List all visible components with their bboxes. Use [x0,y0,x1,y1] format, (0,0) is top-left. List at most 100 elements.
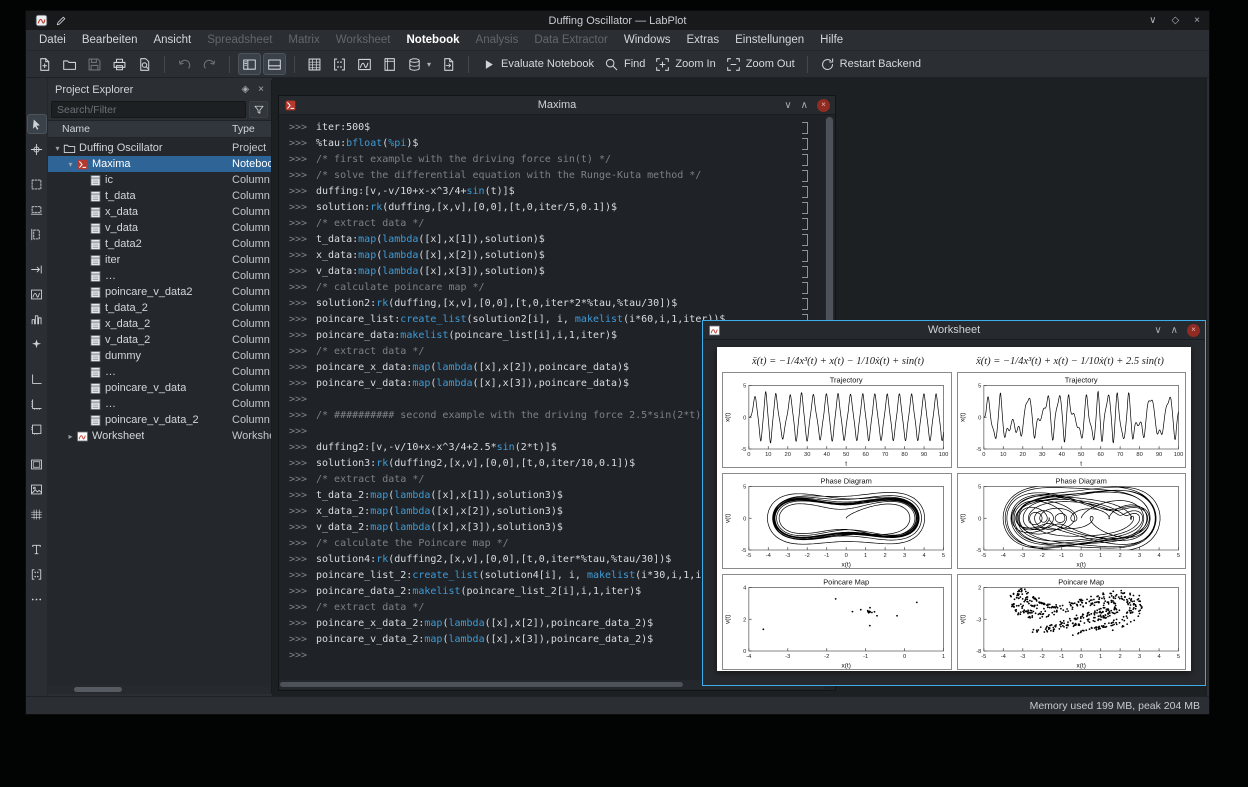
minimize-button[interactable]: ∨ [1154,325,1161,336]
new-notebook-button[interactable] [378,53,401,75]
float-panel-button[interactable]: ◈ [241,84,249,95]
toggle-project-explorer-button[interactable] [238,53,261,75]
print-button[interactable] [108,53,131,75]
menu-windows[interactable]: Windows [616,32,679,48]
crosshair-tool-button[interactable] [27,139,47,159]
zoom-select-tool-button[interactable] [27,174,47,194]
add-axis-ticks-button[interactable] [27,394,47,414]
code-line[interactable]: >>>iter:500$ [289,120,824,136]
menu-hilfe[interactable]: Hilfe [812,32,851,48]
menu-notebook[interactable]: Notebook [399,32,468,48]
filter-button[interactable] [249,101,268,118]
minimize-button[interactable]: ∨ [784,100,791,111]
tree-item-poincare-v-data2[interactable]: poincare_v_data2Column [48,284,271,300]
import-button[interactable] [437,53,460,75]
zoom-y-select-tool-button[interactable] [27,224,47,244]
maximize-button[interactable]: ◇ [1171,15,1179,26]
plot-cell-poin1[interactable]: -4-3-2-101024Poincare Mapx(t)v(t) [722,574,952,670]
add-matrix-button[interactable] [27,564,47,584]
add-plot-box-button[interactable] [27,419,47,439]
more-tools-button[interactable] [27,589,47,609]
code-line[interactable]: >>>solution2:rk(duffing,[x,v],[0,0],[t,0… [289,296,824,312]
menu-ansicht[interactable]: Ansicht [145,32,199,48]
plot-cell-traj1[interactable]: 0102030405060708090100-505Trajectorytx(t… [722,372,952,468]
new-matrix-button[interactable] [328,53,351,75]
tree-item-item[interactable]: …Column [48,364,271,380]
zoom-in-button[interactable]: Zoom In [651,53,719,75]
open-project-button[interactable] [58,53,81,75]
close-button[interactable]: × [1187,324,1200,337]
tree-item-iter[interactable]: iterColumn [48,252,271,268]
restore-button[interactable]: ∧ [801,100,808,111]
code-line[interactable]: >>>duffing:[v,-v/10+x-x^3/4+sin(t)]$ [289,184,824,200]
code-line[interactable]: >>>/* first example with the driving for… [289,152,824,168]
search-input[interactable] [51,101,246,118]
plot-traj2[interactable]: 0102030405060708090100-505Trajectorytx(t… [958,373,1186,467]
new-project-button[interactable] [33,53,56,75]
zoom-x-select-tool-button[interactable] [27,199,47,219]
project-explorer-header[interactable]: Project Explorer ◈ × [48,80,271,99]
menu-bearbeiten[interactable]: Bearbeiten [74,32,146,48]
code-line[interactable]: >>>x_data:map(lambda([x],x[2]),solution)… [289,248,824,264]
add-grid-button[interactable] [27,504,47,524]
plot-poin1[interactable]: -4-3-2-101024Poincare Mapx(t)v(t) [723,575,951,669]
tree-item-maxima[interactable]: ▾MaximaNotebook [48,156,271,172]
add-fit-curve-button[interactable] [27,334,47,354]
close-button[interactable]: × [817,99,830,112]
pin-icon[interactable] [55,15,67,27]
zoom-out-button[interactable]: Zoom Out [722,53,799,75]
code-line[interactable]: >>>v_data:map(lambda([x],x[3]),solution)… [289,264,824,280]
new-spreadsheet-button[interactable] [303,53,326,75]
plot-poin2[interactable]: -5-4-3-2-10123452-3-8Poincare Mapx(t)v(t… [958,575,1186,669]
horizontal-scrollbar[interactable] [48,685,271,694]
column-header-type[interactable]: Type [232,123,255,135]
column-header-name[interactable]: Name [48,123,90,135]
evaluate-notebook-button[interactable]: Evaluate Notebook [477,53,598,75]
maxima-titlebar[interactable]: Maxima ∨ ∧ × [279,96,835,115]
scrollbar-thumb[interactable] [74,687,122,692]
restart-backend-button[interactable]: Restart Backend [816,53,925,75]
add-image-button[interactable] [27,479,47,499]
tree-item-x-data-2[interactable]: x_data_2Column [48,316,271,332]
add-axis-button[interactable] [27,369,47,389]
tree-item-dummy[interactable]: dummyColumn [48,348,271,364]
tree-item-v-data-2[interactable]: v_data_2Column [48,332,271,348]
tree-item-t-data2[interactable]: t_data2Column [48,236,271,252]
plot-cell-phase2[interactable]: -5-4-3-2-1012345-505Phase Diagramx(t)v(t… [957,473,1187,569]
tree-item-item[interactable]: …Column [48,268,271,284]
select-tool-button[interactable] [27,114,47,134]
toggle-properties-explorer-button[interactable] [263,53,286,75]
tree-item-v-data[interactable]: v_dataColumn [48,220,271,236]
menu-datei[interactable]: Datei [31,32,74,48]
code-line[interactable]: >>>solution:rk(duffing,[x,v],[0,0],[t,0,… [289,200,824,216]
plot-phase1[interactable]: -5-4-3-2-1012345-505Phase Diagramx(t)v(t… [723,474,951,568]
tree-item-duffing-oscillator[interactable]: ▾Duffing OscillatorProject [48,140,271,156]
tree-item-t-data-2[interactable]: t_data_2Column [48,300,271,316]
plot-phase2[interactable]: -5-4-3-2-1012345-505Phase Diagramx(t)v(t… [958,474,1186,568]
expander-icon[interactable]: ▸ [65,432,76,441]
add-xy-curve-button[interactable] [27,284,47,304]
code-line[interactable]: >>>t_data:map(lambda([x],x[1]),solution)… [289,232,824,248]
tree-item-worksheet[interactable]: ▸WorksheetWorksheet [48,428,271,444]
worksheet-titlebar[interactable]: Worksheet ∨ ∧ × [703,321,1205,340]
minimize-button[interactable]: ∨ [1149,15,1156,26]
print-preview-button[interactable] [133,53,156,75]
tree-item-t-data[interactable]: t_dataColumn [48,188,271,204]
new-live-datasource-button[interactable]: ▾ [403,53,435,75]
tree-item-poincare-v-data-2[interactable]: poincare_v_data_2Column [48,412,271,428]
restore-button[interactable]: ∧ [1171,325,1178,336]
close-button[interactable]: × [1194,15,1200,26]
shift-x-tool-button[interactable] [27,259,47,279]
menu-extras[interactable]: Extras [679,32,728,48]
worksheet-canvas[interactable]: ẍ(t) = −1/4x³(t) + x(t) − 1/10ẋ(t) + sin… [717,347,1191,671]
equation-label-2[interactable]: ẍ(t) = −1/4x³(t) + x(t) − 1/10ẋ(t) + 2.5… [954,356,1186,367]
expander-icon[interactable]: ▾ [65,160,76,169]
plot-cell-traj2[interactable]: 0102030405060708090100-505Trajectorytx(t… [957,372,1187,468]
code-line[interactable]: >>>/* calculate poincare map */ [289,280,824,296]
titlebar[interactable]: Duffing Oscillator — LabPlot ∨ ◇ × [26,11,1209,30]
code-line[interactable]: >>>%tau:bfloat(%pi)$ [289,136,824,152]
expander-icon[interactable]: ▾ [52,144,63,153]
code-line[interactable]: >>>/* solve the differential equation wi… [289,168,824,184]
add-plot-area-button[interactable] [27,454,47,474]
new-worksheet-button[interactable] [353,53,376,75]
